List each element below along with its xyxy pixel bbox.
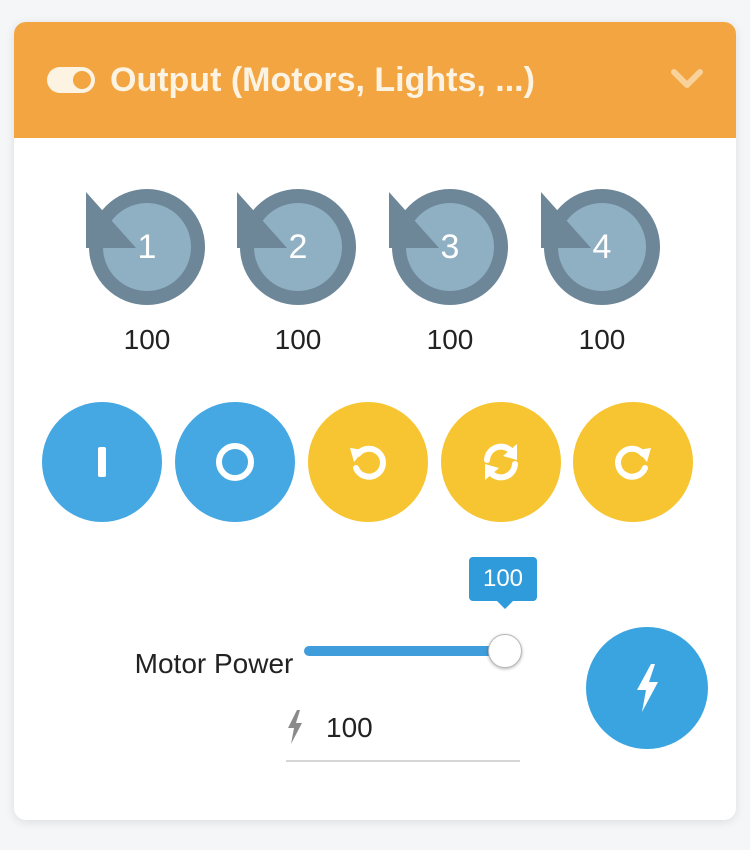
rotate-cw-icon: [615, 445, 651, 480]
port-value: 100: [578, 324, 626, 355]
port-4[interactable]: 4 100: [541, 186, 663, 355]
output-panel: Output (Motors, Lights, ...) 1 100 2 100…: [14, 22, 736, 820]
motor-power-slider[interactable]: [304, 646, 510, 656]
panel-header[interactable]: Output (Motors, Lights, ...): [14, 22, 736, 138]
motor-power-input[interactable]: [326, 706, 506, 750]
port-value: 100: [274, 324, 322, 355]
apply-power-button[interactable]: [586, 627, 708, 749]
slider-tooltip-arrow: [497, 601, 513, 609]
chevron-down-icon[interactable]: [670, 66, 704, 92]
port-1[interactable]: 1 100: [86, 186, 208, 355]
motor-power-label: Motor Power: [134, 648, 294, 679]
port-2[interactable]: 2 100: [237, 186, 359, 355]
port-label: 1: [137, 228, 157, 266]
toggle-direction-button[interactable]: [441, 402, 561, 522]
rotate-counterclockwise-button[interactable]: [308, 402, 428, 522]
motor-power-field: [286, 702, 520, 762]
rotate-clockwise-button[interactable]: [573, 402, 693, 522]
port-label: 4: [592, 228, 612, 266]
lightning-icon: [288, 710, 302, 744]
sync-icon: [484, 443, 518, 481]
port-value: 100: [123, 324, 171, 355]
toggle-icon[interactable]: [46, 66, 96, 94]
port-value: 100: [426, 324, 474, 355]
motor-on-button[interactable]: [42, 402, 162, 522]
port-label: 3: [440, 228, 460, 266]
motor-off-button[interactable]: [175, 402, 295, 522]
motor-power-slider-thumb[interactable]: [488, 634, 522, 668]
port-label: 2: [288, 228, 308, 266]
power-off-icon: [216, 443, 254, 481]
panel-title: Output (Motors, Lights, ...): [110, 61, 535, 99]
rotate-ccw-icon: [350, 445, 386, 480]
slider-tooltip: 100: [469, 557, 537, 601]
port-3[interactable]: 3 100: [389, 186, 511, 355]
lightning-icon: [637, 664, 658, 712]
power-on-icon: [98, 447, 106, 477]
